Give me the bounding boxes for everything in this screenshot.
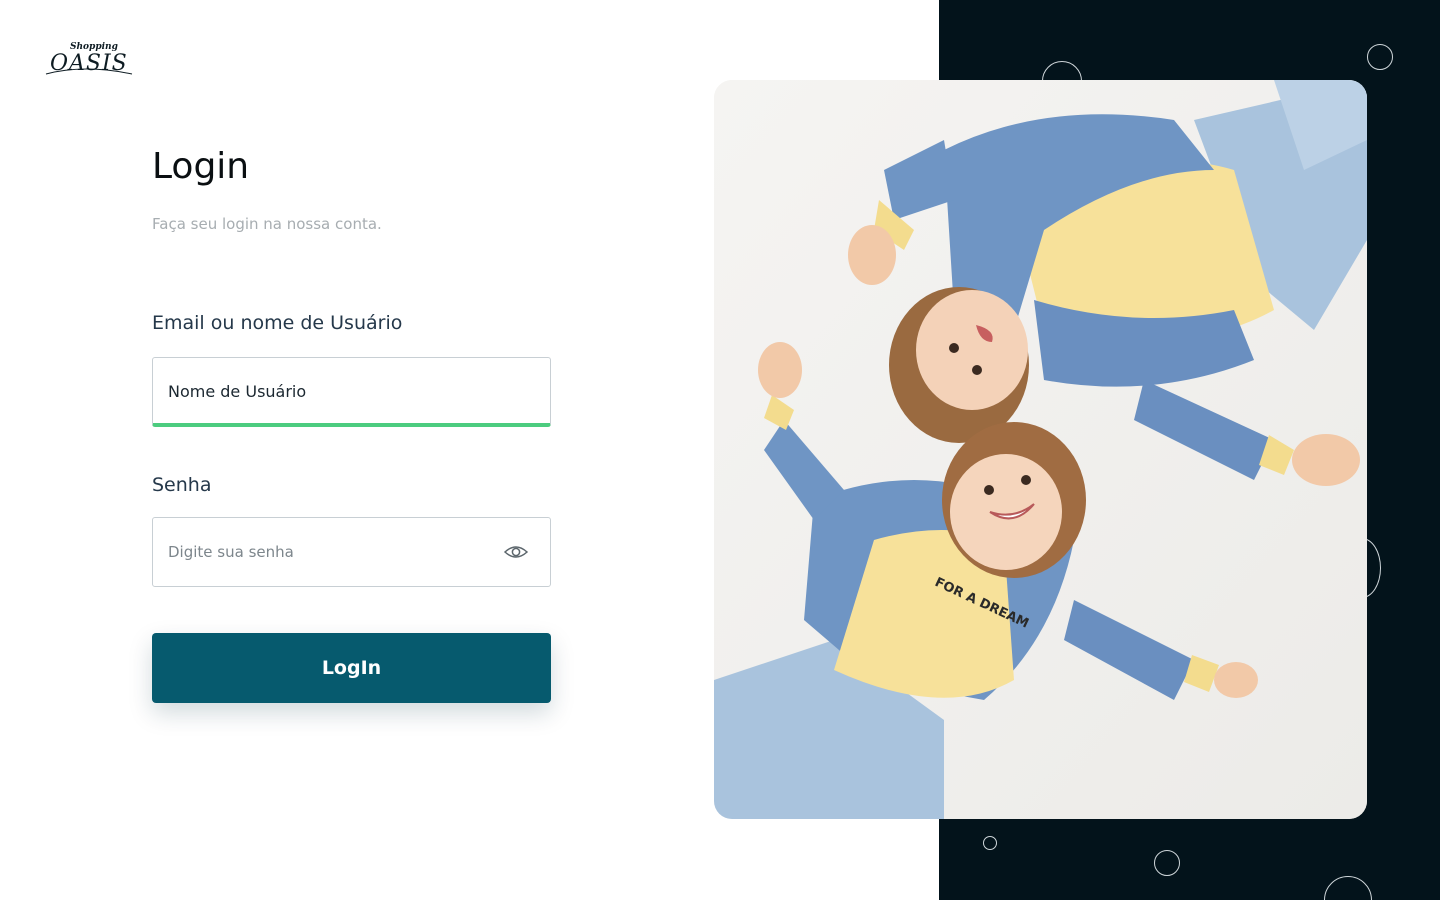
password-label: Senha	[152, 474, 212, 496]
password-field-container	[152, 517, 551, 587]
email-label: Email ou nome de Usuário	[152, 312, 403, 334]
logo-swash-icon	[45, 68, 133, 75]
page-subtitle: Faça seu login na nossa conta.	[152, 215, 382, 233]
login-button[interactable]: LogIn	[152, 633, 551, 703]
decorative-circle	[1154, 850, 1180, 876]
hero-photo: FOR A DREAM	[714, 80, 1367, 819]
brand-logo[interactable]: Shopping OASIS	[44, 42, 134, 80]
decorative-circle	[1367, 44, 1393, 70]
username-input[interactable]	[168, 358, 488, 424]
kids-illustration: FOR A DREAM	[714, 80, 1367, 819]
password-input[interactable]	[168, 518, 488, 586]
page-title: Login	[152, 146, 250, 187]
decorative-circle	[1324, 876, 1372, 900]
eye-icon[interactable]	[504, 542, 528, 562]
decorative-circle	[983, 836, 997, 850]
username-field-container	[152, 357, 551, 427]
